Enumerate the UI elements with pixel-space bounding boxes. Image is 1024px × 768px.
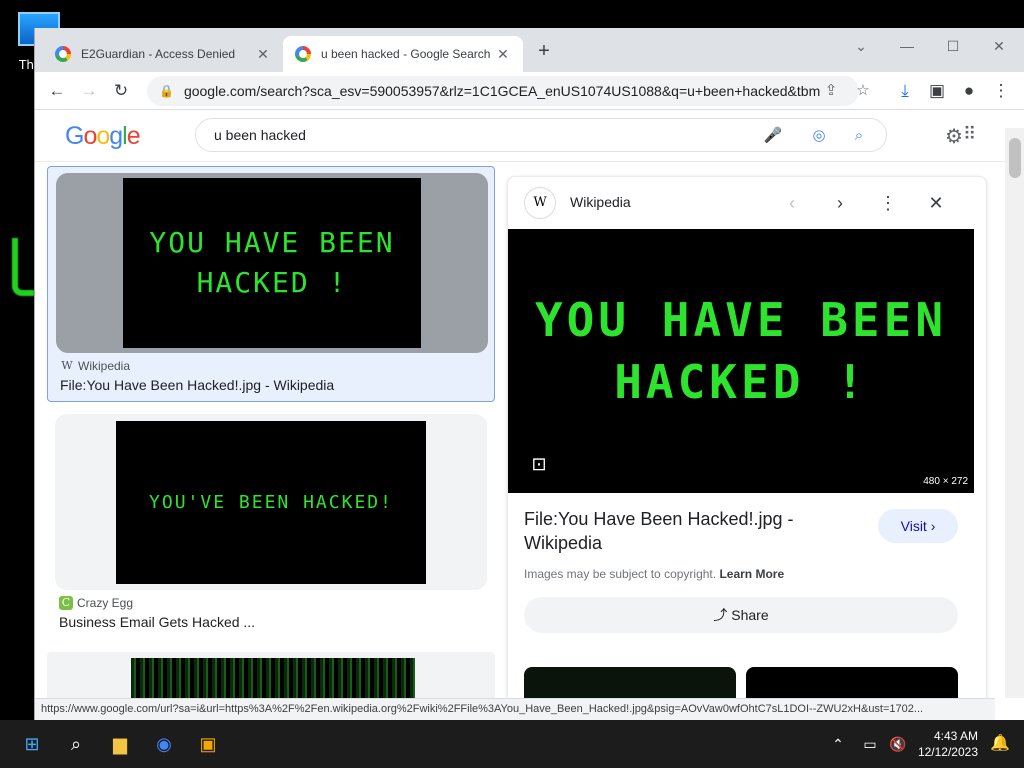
crazy-egg-icon: C — [59, 596, 73, 610]
matrix-thumbnail — [131, 658, 415, 698]
chevron-right-icon[interactable]: › — [826, 189, 854, 217]
search-input[interactable] — [214, 127, 734, 143]
share-icon: ⤴ — [713, 607, 732, 623]
image-text: YOU HAVE BEEN — [534, 293, 948, 347]
copyright-notice: Images may be subject to copyright. Lear… — [524, 567, 784, 581]
copyright-text: Images may be subject to copyright. — [524, 567, 717, 581]
store-icon[interactable]: ▣ — [192, 728, 224, 760]
chevron-left-icon[interactable]: ‹ — [778, 189, 806, 217]
hacked-image: YOU HAVE BEEN HACKED ! — [123, 178, 421, 348]
share-label: Share — [731, 607, 769, 623]
notification-bell-icon[interactable]: 🔔 — [984, 728, 1016, 760]
clock[interactable]: 4:43 AM 12/12/2023 — [918, 728, 978, 760]
bookmark-star-icon[interactable]: ☆ — [851, 79, 875, 103]
more-options-icon[interactable]: ⋮ — [874, 189, 902, 217]
address-bar[interactable]: 🔒 google.com/search?sca_esv=590053957&rl… — [147, 76, 859, 106]
wallpaper-fragment — [12, 238, 34, 296]
image-text: YOU'VE BEEN HACKED! — [149, 491, 393, 513]
chevron-up-icon[interactable]: ⌃ — [822, 728, 854, 760]
gear-icon[interactable]: ⚙ — [945, 124, 963, 149]
maximize-button[interactable]: ☐ — [939, 34, 967, 58]
browser-toolbar: ← → ↻ 🔒 google.com/search?sca_esv=590053… — [35, 72, 1024, 110]
downloads-icon[interactable]: ⤓ — [893, 79, 917, 103]
wikipedia-icon: W — [524, 187, 556, 219]
hacked-image: YOU'VE BEEN HACKED! — [116, 420, 426, 584]
image-text: HACKED ! — [614, 355, 868, 409]
image-result[interactable]: YOU HAVE BEEN HACKED ! W Wikipedia File:… — [47, 166, 495, 402]
preview-title[interactable]: File:You Have Been Hacked!.jpg - Wikiped… — [524, 507, 854, 555]
result-source: W Wikipedia — [60, 359, 130, 373]
kebab-menu-icon[interactable]: ⋮ — [989, 79, 1013, 103]
clock-date: 12/12/2023 — [917, 745, 978, 759]
visit-button[interactable]: Visit › — [878, 509, 958, 543]
share-button[interactable]: ⤴ Share — [524, 597, 958, 633]
result-thumbnail[interactable]: YOU'VE BEEN HACKED! — [55, 414, 487, 590]
image-result[interactable] — [47, 652, 495, 698]
apps-grid-icon[interactable]: ⠿ — [963, 124, 976, 145]
related-thumbnail[interactable] — [524, 667, 736, 698]
search-box[interactable]: 🎤 ◎ ⌕ — [195, 118, 887, 152]
file-explorer-icon[interactable]: ▆ — [104, 728, 136, 760]
search-icon[interactable]: ⌕ — [60, 728, 92, 760]
result-title[interactable]: Business Email Gets Hacked ... — [59, 614, 479, 630]
windows-start-icon[interactable]: ⊞ — [16, 728, 48, 760]
google-logo[interactable]: Google — [65, 122, 141, 151]
panel-header: W Wikipedia ‹ › ⋮ ✕ — [508, 177, 986, 229]
desktop-shortcut-label: Th — [19, 58, 34, 72]
source-label: Wikipedia — [78, 359, 131, 373]
lens-search-icon[interactable]: ⊡ — [526, 451, 552, 477]
minimize-button[interactable]: — — [893, 34, 921, 58]
image-results-page: YOU HAVE BEEN HACKED ! W Wikipedia File:… — [35, 162, 1005, 698]
tab-close-icon[interactable]: ✕ — [255, 46, 271, 63]
source-label: Crazy Egg — [77, 596, 134, 610]
tab-e2guardian[interactable]: E2Guardian - Access Denied ✕ — [43, 36, 283, 72]
link-status-bar: https://www.google.com/url?sa=i&url=http… — [35, 698, 995, 720]
browser-window: E2Guardian - Access Denied ✕ u been hack… — [34, 28, 1024, 720]
close-icon[interactable]: ✕ — [922, 189, 950, 217]
reload-icon[interactable]: ↻ — [109, 79, 133, 103]
new-tab-button[interactable]: + — [531, 38, 557, 64]
tab-title: E2Guardian - Access Denied — [81, 47, 236, 61]
profile-avatar-icon[interactable]: ● — [957, 79, 981, 103]
tab-google-search[interactable]: u been hacked - Google Search ✕ — [283, 36, 523, 72]
share-page-icon[interactable]: ⇪ — [819, 79, 843, 103]
result-title[interactable]: File:You Have Been Hacked!.jpg - Wikiped… — [60, 377, 480, 393]
vertical-scrollbar[interactable] — [1005, 128, 1024, 698]
image-dimensions: 480 × 272 — [923, 476, 968, 487]
panel-source[interactable]: Wikipedia — [570, 194, 631, 210]
google-favicon-icon — [55, 46, 71, 62]
tab-title: u been hacked - Google Search — [321, 47, 491, 61]
image-result[interactable]: YOU'VE BEEN HACKED! C Crazy Egg Business… — [47, 414, 495, 638]
learn-more-link[interactable]: Learn More — [719, 567, 784, 581]
result-thumbnail[interactable]: YOU HAVE BEEN HACKED ! — [56, 173, 488, 353]
chrome-icon[interactable]: ◉ — [148, 728, 180, 760]
forward-arrow-icon[interactable]: → — [77, 79, 101, 103]
result-source: C Crazy Egg — [59, 596, 133, 610]
lock-icon[interactable]: 🔒 — [159, 84, 174, 98]
volume-muted-icon[interactable]: 🔇 — [882, 728, 914, 760]
side-panel-icon[interactable]: ▣ — [925, 79, 949, 103]
tab-strip: E2Guardian - Access Denied ✕ u been hack… — [35, 28, 1024, 72]
image-text: HACKED ! — [196, 266, 348, 299]
lens-icon[interactable]: ◎ — [808, 125, 830, 147]
wikipedia-icon: W — [61, 359, 73, 372]
taskbar: ⊞ ⌕ ▆ ◉ ▣ ⌃ ▭ 🔇 4:43 AM 12/12/2023 🔔 — [0, 720, 1024, 768]
google-header: Google 🎤 ◎ ⌕ ⚙ ⠿ — [35, 110, 1005, 162]
url-text[interactable]: google.com/search?sca_esv=590053957&rlz=… — [184, 83, 820, 99]
tab-close-icon[interactable]: ✕ — [495, 46, 511, 63]
tab-search-button[interactable]: ⌄ — [847, 34, 875, 58]
related-thumbnail[interactable] — [746, 667, 958, 698]
scrollbar-thumb[interactable] — [1009, 138, 1021, 178]
back-arrow-icon[interactable]: ← — [45, 79, 69, 103]
clock-time: 4:43 AM — [933, 729, 978, 743]
search-icon[interactable]: ⌕ — [848, 125, 870, 147]
close-window-button[interactable]: ✕ — [985, 34, 1013, 58]
preview-image[interactable]: YOU HAVE BEEN HACKED ! ⊡ 480 × 272 — [508, 229, 974, 493]
microphone-icon[interactable]: 🎤 — [762, 125, 784, 147]
google-favicon-icon — [295, 46, 311, 62]
preview-panel: W Wikipedia ‹ › ⋮ ✕ YOU HAVE BEEN HACKED… — [507, 176, 987, 698]
image-text: YOU HAVE BEEN — [149, 226, 395, 259]
preview-image-text: YOU HAVE BEEN HACKED ! — [508, 289, 974, 413]
